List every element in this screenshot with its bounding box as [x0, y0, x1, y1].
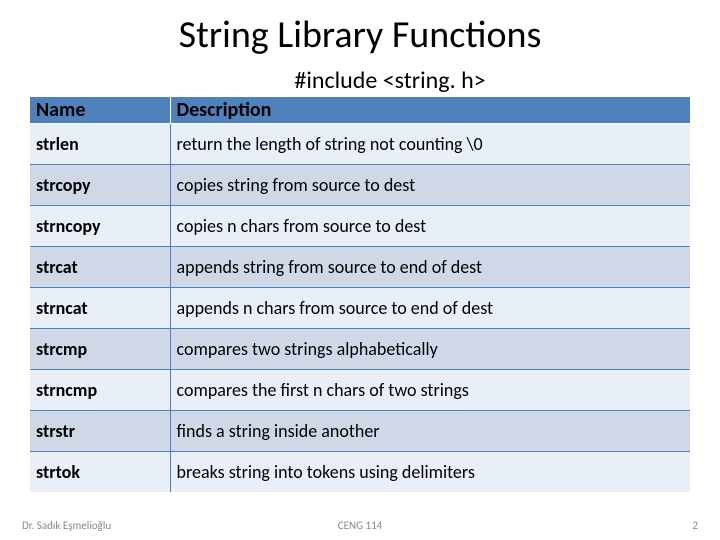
footer-course: CENG 114 [338, 519, 383, 532]
th-name: Name [30, 97, 170, 124]
fn-name: strstr [30, 411, 170, 452]
fn-name: strncat [30, 288, 170, 329]
fn-name: strncmp [30, 370, 170, 411]
fn-name: strtok [30, 452, 170, 493]
footer-page: 2 [692, 519, 698, 532]
fn-desc: finds a string inside another [170, 411, 690, 452]
table-row: strncopy copies n chars from source to d… [30, 206, 690, 247]
table-row: strncmp compares the first n chars of tw… [30, 370, 690, 411]
functions-table: Name Description strlen return the lengt… [30, 97, 690, 492]
fn-desc: appends string from source to end of des… [170, 247, 690, 288]
th-desc: Description [170, 97, 690, 124]
fn-desc: compares two strings alphabetically [170, 329, 690, 370]
fn-desc: breaks string into tokens using delimite… [170, 452, 690, 493]
fn-name: strcat [30, 247, 170, 288]
fn-name: strcopy [30, 165, 170, 206]
include-directive: #include <string. h> [30, 66, 690, 95]
footer-author: Dr. Sadık Eşmelioğlu [22, 519, 111, 532]
table-row: strncat appends n chars from source to e… [30, 288, 690, 329]
slide: String Library Functions #include <strin… [0, 0, 720, 522]
table-row: strcmp compares two strings alphabetical… [30, 329, 690, 370]
table-row: strcat appends string from source to end… [30, 247, 690, 288]
fn-desc: compares the first n chars of two string… [170, 370, 690, 411]
table-row: strstr finds a string inside another [30, 411, 690, 452]
fn-desc: return the length of string not counting… [170, 124, 690, 165]
fn-desc: copies string from source to dest [170, 165, 690, 206]
fn-name: strlen [30, 124, 170, 165]
fn-desc: copies n chars from source to dest [170, 206, 690, 247]
table-row: strtok breaks string into tokens using d… [30, 452, 690, 493]
fn-name: strncopy [30, 206, 170, 247]
page-title: String Library Functions [30, 12, 690, 58]
table-row: strlen return the length of string not c… [30, 124, 690, 165]
fn-name: strcmp [30, 329, 170, 370]
table-row: strcopy copies string from source to des… [30, 165, 690, 206]
fn-desc: appends n chars from source to end of de… [170, 288, 690, 329]
